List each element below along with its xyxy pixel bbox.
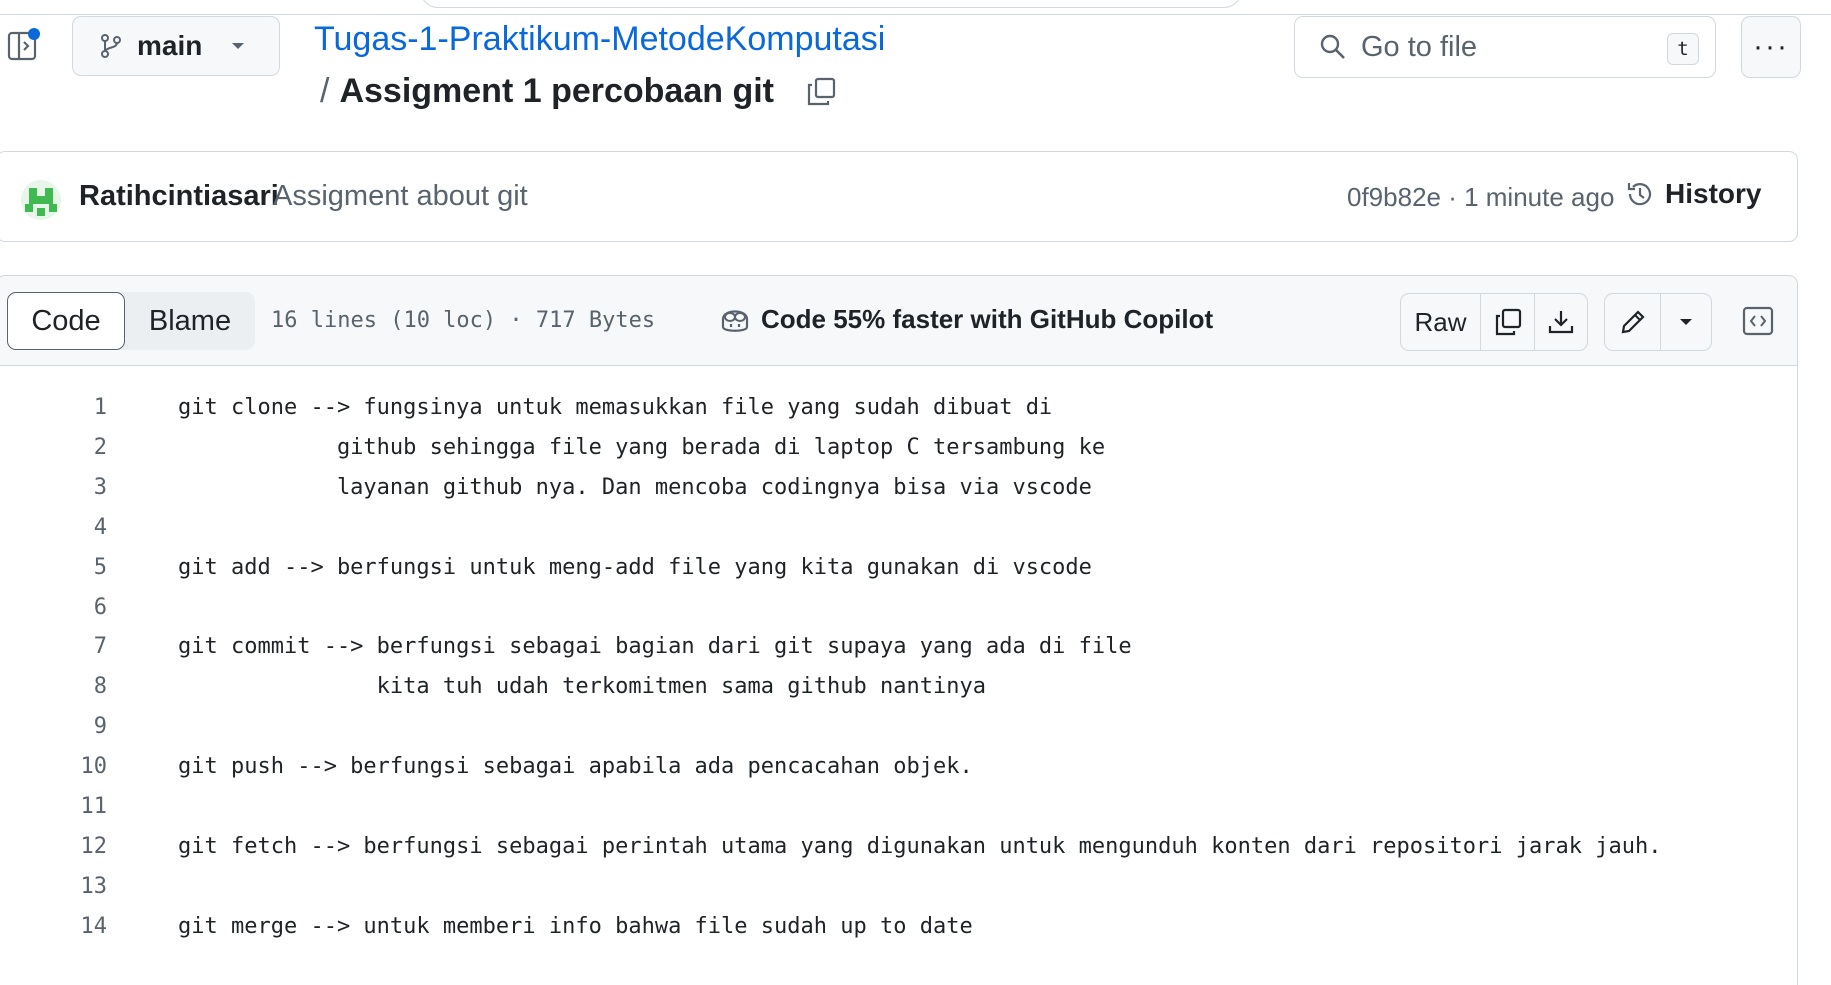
chevron-down-icon (230, 41, 246, 51)
line-number[interactable]: 5 (0, 555, 107, 580)
code-line: 5 git add --> berfungsi untuk meng-add fi… (0, 545, 1797, 585)
code-line: 11 (0, 784, 1797, 824)
history-button[interactable]: History (1625, 178, 1761, 210)
copy-raw-button[interactable] (1481, 294, 1535, 350)
search-placeholder: Go to file (1361, 30, 1478, 63)
download-icon (1547, 308, 1575, 336)
download-raw-button[interactable] (1535, 294, 1587, 350)
line-number[interactable]: 3 (0, 475, 107, 500)
file-tree-toggle-icon[interactable] (6, 28, 40, 62)
code-line: 4 (0, 505, 1797, 545)
git-branch-icon (99, 33, 123, 59)
code-line: 3 layanan github nya. Dan mencoba coding… (0, 465, 1797, 505)
edit-options-dropdown[interactable] (1661, 294, 1711, 350)
code-text: kita tuh udah terkomitmen sama github na… (178, 674, 986, 700)
latest-commit-bar: Ratihcintiasari Assigment about git 0f9b… (0, 151, 1798, 242)
search-icon (1319, 33, 1347, 61)
code-line: 2 github sehingga file yang berada di la… (0, 425, 1797, 465)
line-number[interactable]: 14 (0, 914, 108, 939)
code-line: 12 git fetch --> berfungsi sebagai perint… (0, 824, 1797, 864)
raw-copy-download-group: Raw (1400, 293, 1588, 351)
code-text: git merge --> untuk memberi info bahwa f… (178, 913, 973, 939)
code-line: 7 git commit --> berfungsi sebagai bagian… (0, 624, 1797, 664)
line-number[interactable]: 13 (0, 874, 108, 899)
code-line: 10 git push --> berfungsi sebagai apabila… (0, 744, 1797, 784)
tab-blame[interactable]: Blame (125, 292, 255, 350)
tab-code[interactable]: Code (7, 292, 125, 350)
edit-file-button[interactable] (1605, 294, 1661, 350)
chevron-down-icon (1678, 317, 1694, 327)
code-text: git clone --> fungsinya untuk memasukkan… (178, 395, 1053, 420)
history-label: History (1665, 178, 1762, 209)
line-number[interactable]: 2 (0, 435, 107, 460)
file-toolbar: Code Blame 16 lines (10 loc) · 717 Bytes… (0, 275, 1798, 365)
symbols-panel-button[interactable] (1732, 293, 1784, 349)
line-number[interactable]: 6 (0, 595, 107, 620)
raw-button[interactable]: Raw (1401, 294, 1481, 350)
copilot-text: Code 55% faster with GitHub Copilot (761, 304, 1214, 334)
code-square-icon (1742, 306, 1774, 336)
go-to-file-search[interactable]: Go to file t (1294, 16, 1716, 78)
symbols-panel-group (1732, 293, 1784, 349)
file-stats: 16 lines (10 loc) · 717 Bytes (271, 308, 656, 333)
code-line: 9 (0, 704, 1797, 744)
code-line: 6 (0, 585, 1797, 625)
copy-icon (1494, 308, 1522, 336)
commit-message-link[interactable]: Assigment about git (273, 180, 528, 213)
file-path-breadcrumb: / Assigment 1 percobaan git (320, 72, 836, 111)
code-viewer[interactable]: 1 git clone --> fungsinya untuk memasukka… (0, 365, 1798, 985)
history-clock-icon (1625, 179, 1655, 209)
repo-breadcrumb-link[interactable]: Tugas-1-Praktikum-MetodeKomputasi (314, 20, 885, 59)
line-number[interactable]: 9 (0, 714, 107, 739)
view-mode-segmented-control: Code Blame (7, 292, 255, 350)
pencil-icon (1619, 308, 1647, 336)
commit-hash-time[interactable]: 0f9b82e · 1 minute ago (1347, 182, 1614, 213)
line-number[interactable]: 4 (0, 515, 107, 540)
code-text: git add --> berfungsi untuk meng-add fil… (178, 554, 1092, 580)
code-line: 8 kita tuh udah terkomitmen sama github … (0, 664, 1797, 704)
branch-name: main (137, 30, 203, 61)
breadcrumb-separator: / (320, 72, 330, 110)
branch-selector-button[interactable]: main (72, 16, 280, 76)
code-text: github sehingga file yang berada di lapt… (178, 434, 1106, 460)
copilot-icon (719, 305, 751, 335)
copy-path-icon[interactable] (806, 77, 836, 107)
code-line: 13 (0, 864, 1797, 904)
line-number[interactable]: 10 (0, 754, 108, 779)
edit-button-group (1604, 293, 1712, 351)
code-text: git fetch --> berfungsi sebagai perintah… (178, 833, 1662, 859)
keyboard-shortcut-hint: t (1667, 33, 1699, 65)
code-text: git commit --> berfungsi sebagai bagian … (178, 634, 1132, 660)
code-line: 1 git clone --> fungsinya untuk memasukka… (0, 385, 1797, 425)
browser-top-edge (0, 0, 1831, 15)
avatar[interactable] (21, 180, 61, 220)
line-number[interactable]: 12 (0, 834, 108, 859)
copilot-promo-link[interactable]: Code 55% faster with GitHub Copilot (719, 304, 1213, 335)
file-name-title: Assigment 1 percobaan git (339, 72, 774, 110)
code-text: git push --> berfungsi sebagai apabila a… (178, 754, 973, 780)
line-number[interactable]: 1 (0, 395, 107, 420)
code-text: layanan github nya. Dan mencoba codingny… (178, 474, 1092, 500)
line-number[interactable]: 7 (0, 634, 107, 659)
code-line: 14 git merge --> untuk memberi info bahwa… (0, 904, 1797, 944)
line-number[interactable]: 8 (0, 674, 107, 699)
line-number[interactable]: 11 (0, 794, 108, 819)
more-options-button[interactable]: ··· (1741, 16, 1801, 78)
commit-author-link[interactable]: Ratihcintiasari (79, 180, 279, 213)
